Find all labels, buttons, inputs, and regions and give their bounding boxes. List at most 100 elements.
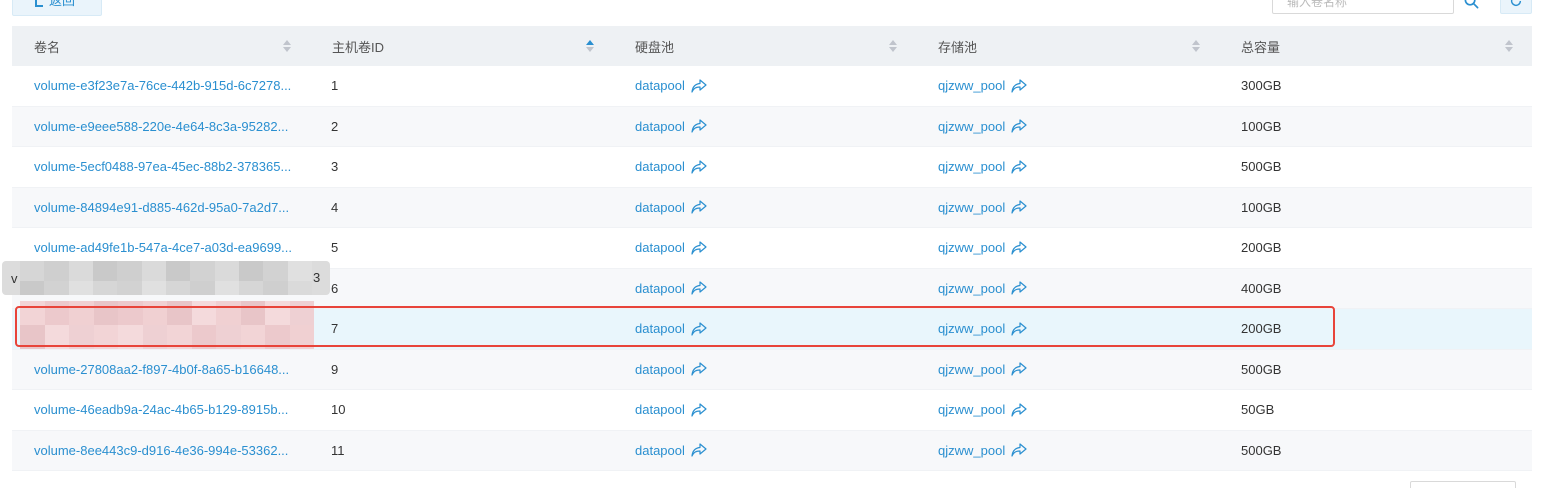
column-header-storage-pool[interactable]: 存储池 <box>916 26 1219 66</box>
share-arrow-icon[interactable] <box>691 160 707 174</box>
cell-capacity: 200GB <box>1241 321 1282 337</box>
share-arrow-icon[interactable] <box>1011 160 1027 174</box>
share-arrow-icon[interactable] <box>1011 403 1027 417</box>
storage-pool-link[interactable]: qjzww_pool <box>938 159 1005 174</box>
volume-name-link[interactable]: volume-5ecf0488-97ea-45ec-88b2-378365... <box>34 159 291 174</box>
refresh-button[interactable] <box>1500 0 1532 14</box>
column-header-name[interactable]: 卷名 <box>12 26 310 66</box>
back-button[interactable]: 返回 <box>12 0 102 16</box>
disk-pool-link[interactable]: datapool <box>635 362 685 377</box>
storage-pool-link[interactable]: qjzww_pool <box>938 402 1005 417</box>
disk-pool-link[interactable]: datapool <box>635 119 685 134</box>
disk-pool-link[interactable]: datapool <box>635 78 685 93</box>
table-row[interactable]: volume-8ee443c9-d916-4e36-994e-53362... 1… <box>12 430 1532 471</box>
table-row[interactable]: volume-84894e91-d885-462d-95a0-7a2d7... 4… <box>12 187 1532 228</box>
cell-capacity: 500GB <box>1241 361 1282 377</box>
page-size-select[interactable] <box>1410 481 1516 488</box>
share-arrow-icon[interactable] <box>1011 322 1027 336</box>
volume-name-link[interactable]: volume-e9eee588-220e-4e64-8c3a-95282... <box>34 119 288 134</box>
storage-pool-link[interactable]: qjzww_pool <box>938 443 1005 458</box>
cell-volume-name: volume-8ee443c9-d916-4e36-994e-53362... <box>12 431 310 471</box>
sort-caret-icon[interactable] <box>888 39 898 53</box>
cell-host-volume-id: 4 <box>331 199 339 215</box>
disk-pool-link[interactable]: datapool <box>635 281 685 296</box>
column-header-disk-pool[interactable]: 硬盘池 <box>613 26 916 66</box>
search-field[interactable] <box>1272 0 1454 14</box>
disk-pool-link[interactable]: datapool <box>635 159 685 174</box>
share-arrow-icon[interactable] <box>1011 241 1027 255</box>
cell-volume-name: volume-e9eee588-220e-4e64-8c3a-95282... <box>12 107 310 147</box>
storage-pool-link[interactable]: qjzww_pool <box>938 240 1005 255</box>
column-header-label: 主机卷ID <box>332 39 385 55</box>
storage-pool-link[interactable]: qjzww_pool <box>938 321 1005 336</box>
disk-pool-link[interactable]: datapool <box>635 200 685 215</box>
cell-storage-pool: qjzww_pool <box>916 107 1219 147</box>
cell-storage-pool: qjzww_pool <box>916 269 1219 309</box>
table-row[interactable]: volume-27808aa2-f897-4b0f-8a65-b16648...… <box>12 349 1532 390</box>
volume-name-link[interactable]: volume-e3f23e7a-76ce-442b-915d-6c7278... <box>34 78 291 93</box>
table-row[interactable]: volume-5ecf0488-97ea-45ec-88b2-378365...… <box>12 147 1532 188</box>
share-arrow-icon[interactable] <box>1011 281 1027 295</box>
share-arrow-icon[interactable] <box>691 322 707 336</box>
cell-host-volume-id: 5 <box>331 240 339 256</box>
share-arrow-icon[interactable] <box>691 241 707 255</box>
back-button-label: 返回 <box>49 0 76 8</box>
table-row[interactable]: volume-e3f23e7a-76ce-442b-915d-6c7278...… <box>12 66 1532 107</box>
share-arrow-icon[interactable] <box>691 403 707 417</box>
cell-capacity: 500GB <box>1241 159 1282 175</box>
cell-capacity: 100GB <box>1241 118 1282 134</box>
sort-caret-icon[interactable] <box>282 39 292 53</box>
share-arrow-icon[interactable] <box>1011 119 1027 133</box>
search-icon <box>1464 0 1478 9</box>
cell-volume-name: volume-5ecf0488-97ea-45ec-88b2-378365... <box>12 147 310 187</box>
storage-pool-link[interactable]: qjzww_pool <box>938 200 1005 215</box>
volume-name-link[interactable]: volume-8ee443c9-d916-4e36-994e-53362... <box>34 443 288 458</box>
column-header-host-volume-id[interactable]: 主机卷ID <box>310 26 613 66</box>
share-arrow-icon[interactable] <box>1011 443 1027 457</box>
storage-pool-link[interactable]: qjzww_pool <box>938 78 1005 93</box>
cell-disk-pool: datapool <box>613 431 916 471</box>
volume-name-link[interactable]: volume-84894e91-d885-462d-95a0-7a2d7... <box>34 200 289 215</box>
share-arrow-icon[interactable] <box>1011 362 1027 376</box>
sort-caret-icon[interactable] <box>1504 39 1514 53</box>
cell-volume-name: volume-46eadb9a-24ac-4b65-b129-8915b... <box>12 390 310 430</box>
disk-pool-link[interactable]: datapool <box>635 321 685 336</box>
disk-pool-link[interactable]: datapool <box>635 443 685 458</box>
table-row[interactable]: volume-46eadb9a-24ac-4b65-b129-8915b... 1… <box>12 390 1532 431</box>
cell-disk-pool: datapool <box>613 228 916 268</box>
disk-pool-link[interactable]: datapool <box>635 240 685 255</box>
tooltip-start-char: v <box>11 271 18 286</box>
storage-pool-link[interactable]: qjzww_pool <box>938 119 1005 134</box>
cell-volume-name: volume-e3f23e7a-76ce-442b-915d-6c7278... <box>12 66 310 106</box>
cell-host-volume-id: 10 <box>331 402 346 418</box>
storage-pool-link[interactable]: qjzww_pool <box>938 362 1005 377</box>
cell-capacity: 200GB <box>1241 240 1282 256</box>
share-arrow-icon[interactable] <box>691 362 707 376</box>
search-button[interactable] <box>1454 0 1488 14</box>
volume-table: 卷名 主机卷ID 硬盘池 存储池 总容量 volume-e3f23e7a-76ce-44… <box>12 26 1532 471</box>
storage-pool-link[interactable]: qjzww_pool <box>938 281 1005 296</box>
disk-pool-link[interactable]: datapool <box>635 402 685 417</box>
column-header-label: 卷名 <box>34 39 61 55</box>
cell-capacity: 400GB <box>1241 280 1282 296</box>
share-arrow-icon[interactable] <box>691 119 707 133</box>
share-arrow-icon[interactable] <box>691 443 707 457</box>
table-row[interactable]: volume-e9eee588-220e-4e64-8c3a-95282... 2… <box>12 106 1532 147</box>
share-arrow-icon[interactable] <box>1011 200 1027 214</box>
cell-storage-pool: qjzww_pool <box>916 431 1219 471</box>
share-arrow-icon[interactable] <box>691 281 707 295</box>
column-header-capacity[interactable]: 总容量 <box>1219 26 1532 66</box>
cell-capacity: 500GB <box>1241 442 1282 458</box>
sort-caret-icon[interactable] <box>1191 39 1201 53</box>
volume-name-link[interactable]: volume-27808aa2-f897-4b0f-8a65-b16648... <box>34 362 289 377</box>
tooltip-end-char: 3 <box>313 270 321 285</box>
share-arrow-icon[interactable] <box>691 79 707 93</box>
volume-name-link[interactable]: volume-46eadb9a-24ac-4b65-b129-8915b... <box>34 402 288 417</box>
search-input[interactable] <box>1287 0 1439 9</box>
sort-caret-icon[interactable] <box>585 39 595 53</box>
share-arrow-icon[interactable] <box>1011 79 1027 93</box>
volume-name-link[interactable]: volume-ad49fe1b-547a-4ce7-a03d-ea9699... <box>34 240 292 255</box>
cell-host-volume-id: 1 <box>331 78 339 94</box>
share-arrow-icon[interactable] <box>691 200 707 214</box>
cell-disk-pool: datapool <box>613 350 916 390</box>
